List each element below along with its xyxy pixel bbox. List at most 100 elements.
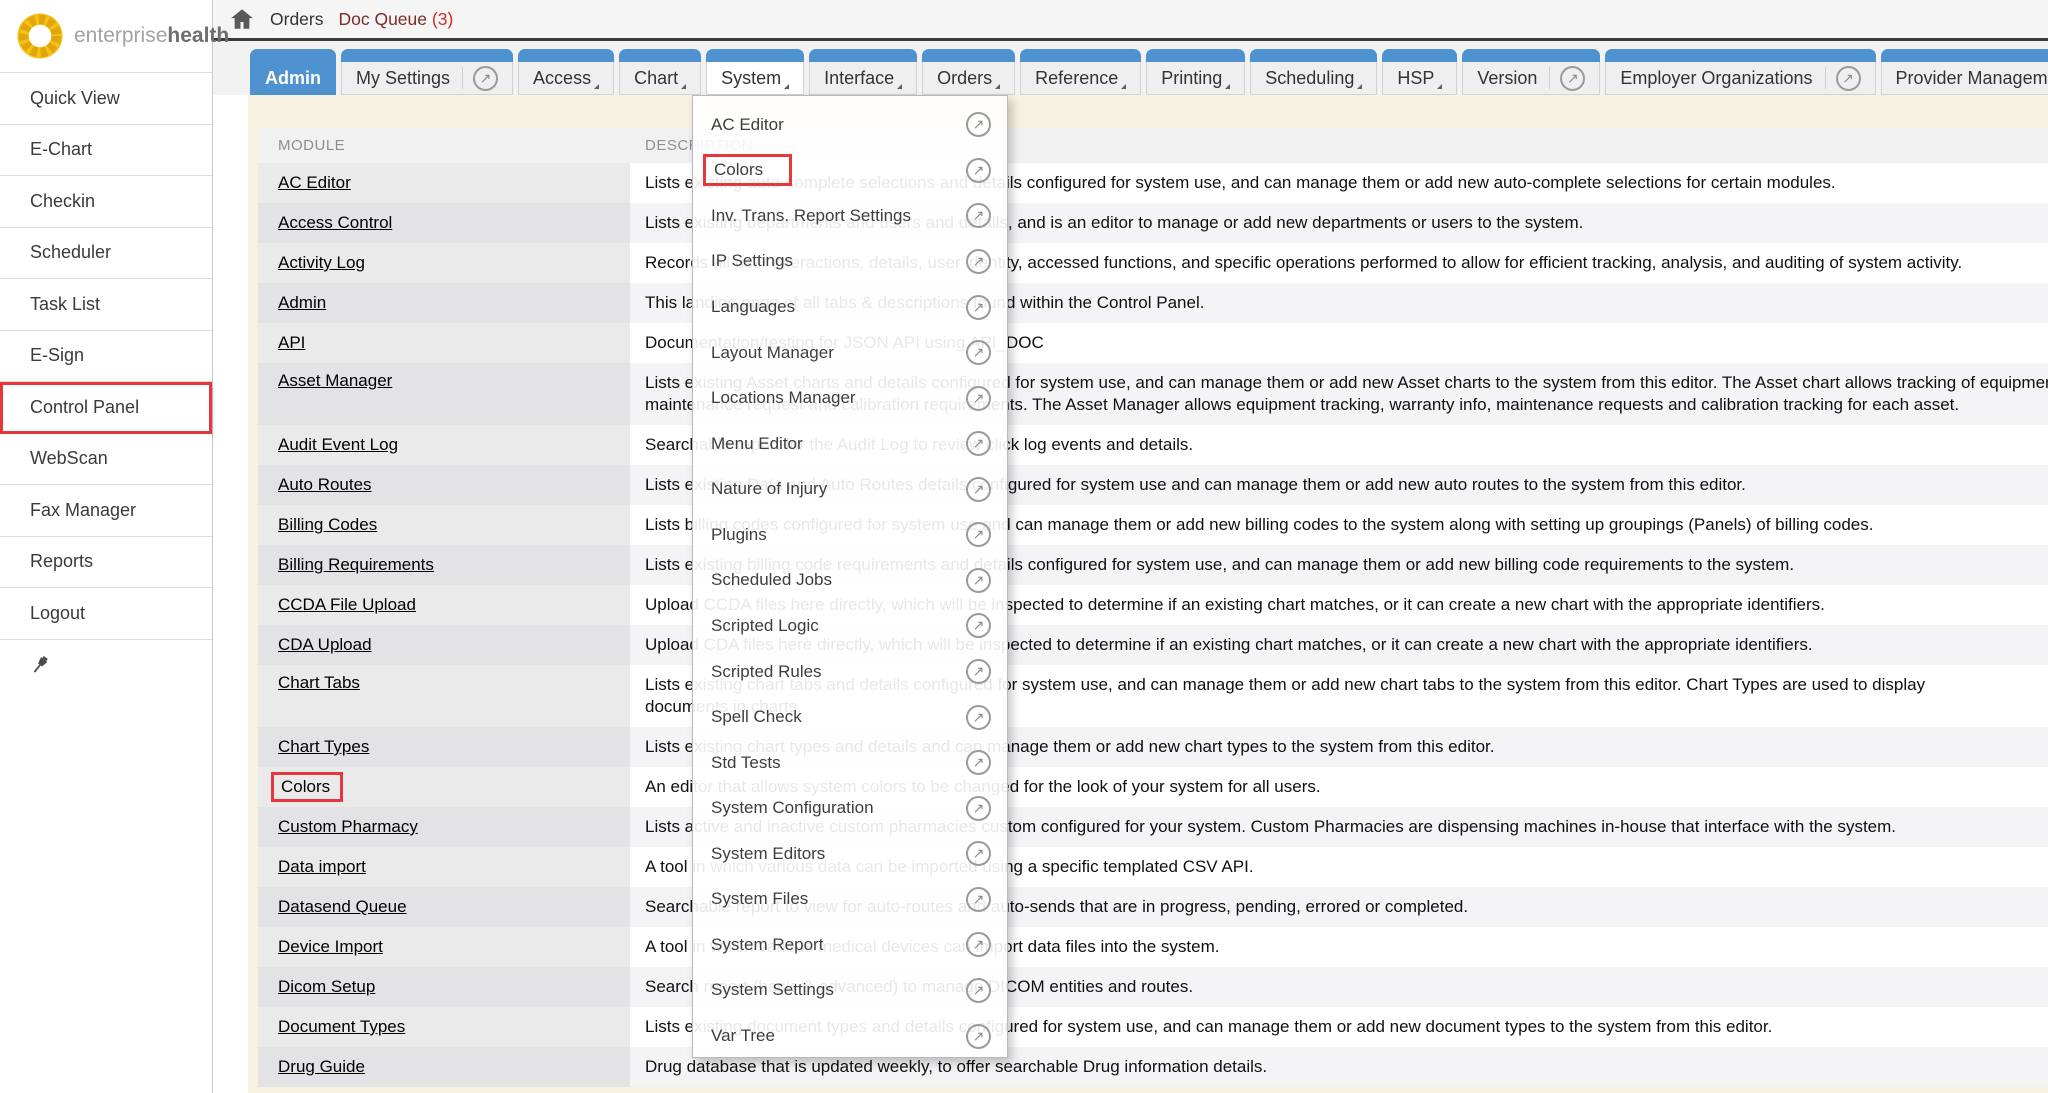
menu-item-system-configuration[interactable]: System Configuration↗ xyxy=(693,785,1007,831)
tab-stripe xyxy=(1250,49,1377,62)
open-in-new-icon[interactable]: ↗ xyxy=(966,932,991,957)
open-in-new-icon[interactable]: ↗ xyxy=(966,477,991,502)
tab-employer-organizations[interactable]: Employer Organizations↗ xyxy=(1605,49,1875,95)
open-in-new-icon[interactable]: ↗ xyxy=(966,841,991,866)
tab-chart[interactable]: Chart xyxy=(619,49,701,95)
module-link-colors[interactable]: Colors xyxy=(278,772,343,802)
open-in-new-icon[interactable]: ↗ xyxy=(966,522,991,547)
sidebar-item-e-chart[interactable]: E-Chart xyxy=(0,125,212,177)
module-link-cda-upload[interactable]: CDA Upload xyxy=(278,635,372,655)
menu-item-languages[interactable]: Languages↗ xyxy=(693,284,1007,330)
open-in-new-icon[interactable]: ↗ xyxy=(473,66,498,91)
module-link-dicom-setup[interactable]: Dicom Setup xyxy=(278,977,375,997)
open-in-new-icon[interactable]: ↗ xyxy=(966,887,991,912)
open-in-new-icon[interactable]: ↗ xyxy=(966,431,991,456)
menu-item-layout-manager[interactable]: Layout Manager↗ xyxy=(693,330,1007,376)
module-link-chart-tabs[interactable]: Chart Tabs xyxy=(278,673,360,693)
module-link-ac-editor[interactable]: AC Editor xyxy=(278,173,351,193)
pin-icon[interactable] xyxy=(28,653,52,677)
menu-item-system-editors[interactable]: System Editors↗ xyxy=(693,831,1007,877)
module-cell: Chart Types xyxy=(258,727,630,767)
module-link-document-types[interactable]: Document Types xyxy=(278,1017,405,1037)
breadcrumb-orders[interactable]: Orders xyxy=(270,9,323,30)
menu-item-system-files[interactable]: System Files↗ xyxy=(693,877,1007,923)
menu-item-inv-trans-report-settings[interactable]: Inv. Trans. Report Settings↗ xyxy=(693,193,1007,239)
open-in-new-icon[interactable]: ↗ xyxy=(966,249,991,274)
menu-item-system-settings[interactable]: System Settings↗ xyxy=(693,968,1007,1014)
module-link-api[interactable]: API xyxy=(278,333,305,353)
menu-item-std-tests[interactable]: Std Tests↗ xyxy=(693,740,1007,786)
tab-hsp[interactable]: HSP xyxy=(1382,49,1457,95)
open-in-new-icon[interactable]: ↗ xyxy=(966,796,991,821)
module-link-activity-log[interactable]: Activity Log xyxy=(278,253,365,273)
open-in-new-icon[interactable]: ↗ xyxy=(966,750,991,775)
module-link-drug-guide[interactable]: Drug Guide xyxy=(278,1057,365,1077)
module-link-billing-codes[interactable]: Billing Codes xyxy=(278,515,377,535)
menu-item-spell-check[interactable]: Spell Check↗ xyxy=(693,694,1007,740)
module-link-ccda-file-upload[interactable]: CCDA File Upload xyxy=(278,595,416,615)
module-link-admin[interactable]: Admin xyxy=(278,293,326,313)
tab-version[interactable]: Version↗ xyxy=(1462,49,1600,95)
menu-item-ac-editor[interactable]: AC Editor↗ xyxy=(693,102,1007,148)
sidebar-item-webscan[interactable]: WebScan xyxy=(0,434,212,486)
module-link-data-import[interactable]: Data import xyxy=(278,857,366,877)
open-in-new-icon[interactable]: ↗ xyxy=(966,158,991,183)
home-icon[interactable] xyxy=(229,6,255,32)
module-link-datasend-queue[interactable]: Datasend Queue xyxy=(278,897,407,917)
sidebar-item-e-sign[interactable]: E-Sign xyxy=(0,331,212,383)
menu-item-locations-manager[interactable]: Locations Manager↗ xyxy=(693,375,1007,421)
module-link-billing-requirements[interactable]: Billing Requirements xyxy=(278,555,434,575)
open-in-new-icon[interactable]: ↗ xyxy=(966,340,991,365)
module-link-audit-event-log[interactable]: Audit Event Log xyxy=(278,435,398,455)
menu-item-scheduled-jobs[interactable]: Scheduled Jobs↗ xyxy=(693,558,1007,604)
sidebar-item-fax-manager[interactable]: Fax Manager xyxy=(0,485,212,537)
open-in-new-icon[interactable]: ↗ xyxy=(966,613,991,638)
open-in-new-icon[interactable]: ↗ xyxy=(966,659,991,684)
menu-item-ip-settings[interactable]: IP Settings↗ xyxy=(693,239,1007,285)
sidebar-item-control-panel[interactable]: Control Panel xyxy=(0,382,212,434)
module-link-access-control[interactable]: Access Control xyxy=(278,213,392,233)
tab-my-settings[interactable]: My Settings↗ xyxy=(341,49,513,95)
open-in-new-icon[interactable]: ↗ xyxy=(966,705,991,730)
open-in-new-icon[interactable]: ↗ xyxy=(966,1024,991,1049)
tab-interface[interactable]: Interface xyxy=(809,49,917,95)
menu-item-scripted-rules[interactable]: Scripted Rules↗ xyxy=(693,649,1007,695)
sidebar-item-quick-view[interactable]: Quick View xyxy=(0,73,212,125)
open-in-new-icon[interactable]: ↗ xyxy=(1560,66,1585,91)
tab-provider-management[interactable]: Provider Management↗ xyxy=(1881,49,2048,95)
menu-item-system-report[interactable]: System Report↗ xyxy=(693,922,1007,968)
tab-scheduling[interactable]: Scheduling xyxy=(1250,49,1377,95)
menu-item-menu-editor[interactable]: Menu Editor↗ xyxy=(693,421,1007,467)
sidebar-item-logout[interactable]: Logout xyxy=(0,588,212,640)
menu-item-plugins[interactable]: Plugins↗ xyxy=(693,512,1007,558)
sidebar-item-reports[interactable]: Reports xyxy=(0,537,212,589)
sidebar-item-scheduler[interactable]: Scheduler xyxy=(0,228,212,280)
menu-item-nature-of-injury[interactable]: Nature of Injury↗ xyxy=(693,467,1007,513)
module-link-custom-pharmacy[interactable]: Custom Pharmacy xyxy=(278,817,418,837)
module-link-device-import[interactable]: Device Import xyxy=(278,937,383,957)
tab-system[interactable]: System xyxy=(706,49,804,95)
menu-item-colors[interactable]: Colors↗ xyxy=(693,148,1007,194)
open-in-new-icon[interactable]: ↗ xyxy=(1836,66,1861,91)
tab-access[interactable]: Access xyxy=(518,49,614,95)
tab-body: Access xyxy=(518,62,614,95)
tab-orders[interactable]: Orders xyxy=(922,49,1015,95)
breadcrumb-doc-queue[interactable]: Doc Queue (3) xyxy=(338,9,453,30)
tab-reference[interactable]: Reference xyxy=(1020,49,1141,95)
module-cell: Dicom Setup xyxy=(258,967,630,1007)
open-in-new-icon[interactable]: ↗ xyxy=(966,295,991,320)
tab-admin[interactable]: Admin xyxy=(250,49,336,95)
tab-printing[interactable]: Printing xyxy=(1146,49,1245,95)
open-in-new-icon[interactable]: ↗ xyxy=(966,978,991,1003)
open-in-new-icon[interactable]: ↗ xyxy=(966,386,991,411)
menu-item-var-tree[interactable]: Var Tree↗ xyxy=(693,1013,1007,1059)
sidebar-item-checkin[interactable]: Checkin xyxy=(0,176,212,228)
sidebar-item-task-list[interactable]: Task List xyxy=(0,279,212,331)
open-in-new-icon[interactable]: ↗ xyxy=(966,112,991,137)
module-link-chart-types[interactable]: Chart Types xyxy=(278,737,369,757)
menu-item-scripted-logic[interactable]: Scripted Logic↗ xyxy=(693,603,1007,649)
open-in-new-icon[interactable]: ↗ xyxy=(966,203,991,228)
open-in-new-icon[interactable]: ↗ xyxy=(966,568,991,593)
module-link-asset-manager[interactable]: Asset Manager xyxy=(278,371,392,391)
module-link-auto-routes[interactable]: Auto Routes xyxy=(278,475,372,495)
